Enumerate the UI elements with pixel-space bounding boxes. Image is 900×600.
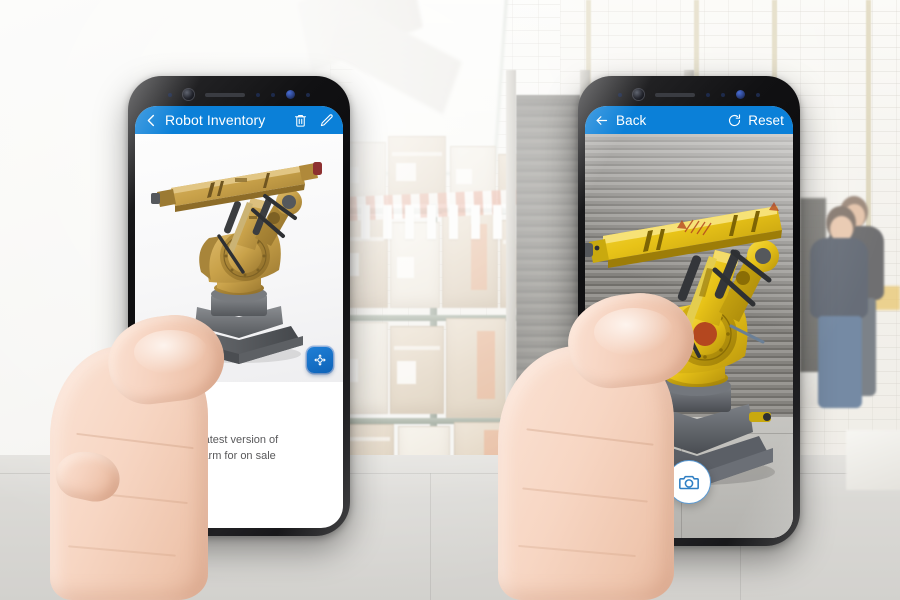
- led-indicator-icon: [306, 92, 310, 97]
- front-camera-icon: [736, 90, 745, 99]
- front-camera-icon: [286, 90, 295, 99]
- right-appbar: Back Reset: [585, 106, 793, 134]
- led-indicator-icon: [756, 92, 760, 97]
- view-in-ar-button[interactable]: [307, 347, 333, 373]
- light-sensor-icon: [706, 92, 710, 97]
- trash-icon[interactable]: [293, 113, 308, 128]
- back-label[interactable]: Back: [616, 113, 646, 128]
- iris-scanner-icon: [633, 89, 644, 100]
- 3d-cube-arrows-icon: [314, 354, 326, 366]
- right-hand-holding-phone: [498, 286, 748, 600]
- left-appbar: Robot Inventory: [135, 106, 343, 134]
- reset-circular-arrow-icon[interactable]: [727, 113, 742, 128]
- pallet-stack: [846, 430, 900, 490]
- phone-left-top-bezel: [128, 76, 350, 106]
- proximity-sensor-icon: [168, 92, 172, 97]
- light-sensor-icon: [271, 92, 275, 97]
- light-sensor-icon: [256, 92, 260, 97]
- pencil-icon[interactable]: [319, 113, 334, 128]
- phone-right-top-bezel: [578, 76, 800, 106]
- reset-label[interactable]: Reset: [748, 113, 784, 128]
- iris-scanner-icon: [183, 89, 194, 100]
- earpiece-speaker: [205, 92, 245, 97]
- light-sensor-icon: [721, 92, 725, 97]
- person-foreground: [810, 206, 872, 408]
- left-hand-holding-phone: [46, 300, 286, 600]
- chevron-left-icon[interactable]: [144, 113, 159, 128]
- page-title: Robot Inventory: [165, 112, 266, 128]
- arrow-left-icon[interactable]: [594, 113, 609, 128]
- earpiece-speaker: [655, 92, 695, 97]
- proximity-sensor-icon: [618, 92, 622, 97]
